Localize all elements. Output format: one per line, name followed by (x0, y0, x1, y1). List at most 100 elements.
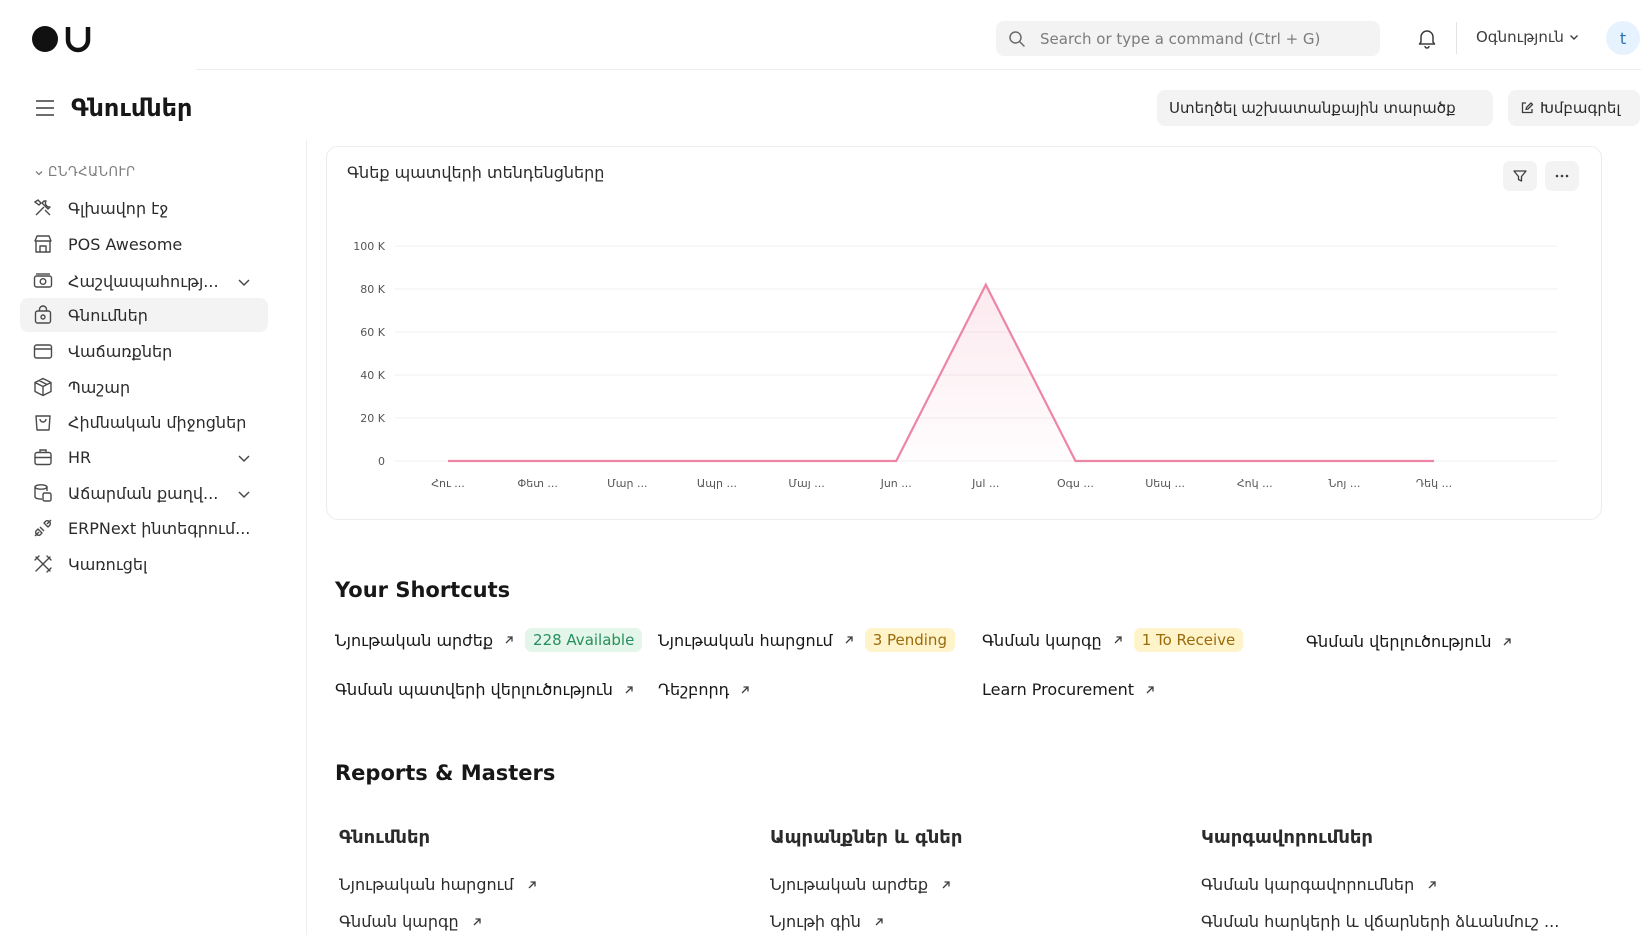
create-workspace-button[interactable]: Ստեղծել աշխատանքային տարածք (1157, 90, 1493, 126)
status-badge: 228 Available (525, 628, 643, 652)
app-logo[interactable] (32, 24, 96, 54)
report-link[interactable]: Գնման հարկերի և վճարների ձևանմուշ ... (1201, 912, 1559, 931)
report-link-label: Նյութական հարցում (339, 875, 514, 894)
report-link[interactable]: Նյութի գին (770, 912, 885, 931)
sidebar-item-accounting[interactable]: Հաշվապահությ... (20, 264, 268, 298)
sidebar-item-home[interactable]: Գլխավոր էջ (20, 191, 268, 225)
x-tick-label: Դեկ ... (1416, 477, 1452, 490)
shortcut-material-request[interactable]: Նյութական հարցում 3 Pending (658, 628, 955, 652)
notification-bell-icon[interactable] (1416, 27, 1438, 49)
shortcut-dashboard[interactable]: Դեշբորդ (658, 680, 751, 699)
edit-button[interactable]: Խմբագրել (1508, 90, 1640, 126)
box-icon (34, 377, 52, 397)
shortcuts-heading: Your Shortcuts (335, 578, 511, 602)
chevron-down-icon (1569, 35, 1578, 40)
help-label: Օգնություն (1476, 28, 1564, 46)
arrow-up-right-icon (875, 917, 883, 925)
sidebar-item-label: POS Awesome (68, 234, 183, 254)
edit-label: Խմբագրել (1540, 99, 1621, 117)
shortcut-purchase-order-analysis[interactable]: Գնման պատվերի վերլուծություն (335, 680, 635, 699)
search-bar[interactable] (996, 21, 1380, 56)
sidebar-item-buying[interactable]: Գնումներ (20, 298, 268, 332)
bag-icon (35, 415, 51, 431)
search-input[interactable] (1040, 21, 1370, 56)
navbar-separator (1456, 22, 1457, 54)
y-tick-label: 80 K (360, 283, 385, 296)
report-link[interactable]: Նյութական հարցում (339, 875, 538, 894)
sidebar-item-stock[interactable]: Պաշար (20, 370, 268, 404)
report-link[interactable]: Գնման կարգը (339, 912, 483, 931)
chart-card: Գնեք պատվերի տենդենցները 0 20 K 40 K 60 K 80… (326, 146, 1602, 520)
tools-icon (33, 199, 51, 216)
page-title: Գնումներ (71, 94, 193, 122)
shortcut-label: Նյութական հարցում (658, 630, 833, 650)
arrow-up-right-icon (473, 917, 481, 925)
reports-column-title: Ապրանքներ և գներ (770, 827, 963, 848)
sidebar-item-label: Պաշար (68, 377, 131, 397)
shortcut-purchase-order[interactable]: Գնման կարգը 1 To Receive (982, 628, 1244, 652)
x-tick-label: Նոյ ... (1328, 477, 1360, 490)
shortcut-learn-procurement[interactable]: Learn Procurement (982, 680, 1156, 699)
sidebar-item-assets[interactable]: Հիմնական միջոցներ (20, 405, 268, 439)
search-icon (1009, 31, 1025, 47)
y-tick-label: 0 (378, 455, 385, 468)
arrow-up-right-icon (1503, 637, 1512, 645)
x-tick-label: Jul ... (971, 477, 999, 490)
arrow-up-right-icon (1146, 685, 1154, 693)
y-tick-label: 60 K (360, 326, 385, 339)
x-tick-label: Հոկ ... (1237, 477, 1273, 490)
arrow-up-right-icon (845, 636, 853, 644)
shortcut-label: Դեշբորդ (658, 680, 730, 699)
user-avatar[interactable]: t (1606, 21, 1640, 55)
chevron-down-icon (35, 170, 43, 175)
card-icon (33, 344, 53, 359)
sidebar-item-hr[interactable]: HR (20, 440, 268, 474)
sidebar-item-label: Հիմնական միջոցներ (68, 412, 247, 432)
shortcut-item-price[interactable]: Նյութական արժեք 228 Available (335, 628, 643, 652)
sidebar-item-selling[interactable]: Վաճառքներ (20, 334, 268, 368)
status-badge: 1 To Receive (1133, 628, 1244, 652)
report-link[interactable]: Նյութական արժեք (770, 875, 952, 894)
sidebar-item-build[interactable]: Կառուցել (20, 547, 268, 581)
arrow-up-right-icon (741, 685, 749, 693)
sidebar-toggle-icon[interactable] (34, 98, 56, 118)
shortcut-label: Գնման կարգը (982, 630, 1102, 650)
x-tick-label: Փետ ... (517, 477, 558, 490)
arrow-up-right-icon (942, 880, 950, 888)
shortcut-purchase-analytics[interactable]: Գնման վերլուծություն (1306, 632, 1513, 651)
money-icon (33, 273, 53, 288)
help-dropdown[interactable]: Օգնություն (1476, 28, 1580, 46)
chevron-down-icon[interactable] (236, 450, 252, 466)
sidebar-item-erpnext-integrations[interactable]: ERPNext ինտեգրում... (20, 511, 268, 545)
edit-icon (1521, 102, 1534, 114)
arrow-up-right-icon (505, 636, 513, 644)
shortcut-label: Նյութական արժեք (335, 630, 494, 650)
store-icon (34, 235, 52, 253)
x-tick-label: Մար ... (607, 477, 647, 490)
y-tick-label: 100 K (353, 240, 385, 253)
chevron-down-icon[interactable] (236, 274, 252, 290)
navbar-divider (196, 69, 1641, 70)
report-link[interactable]: Գնման կարգավորումներ (1201, 875, 1438, 894)
sidebar-item-pos-awesome[interactable]: POS Awesome (20, 227, 268, 261)
sidebar-item-payroll[interactable]: Աճարման քաղվ... (20, 476, 268, 510)
x-tick-label: Jun ... (880, 477, 912, 490)
top-navbar: Օգնություն t (0, 0, 1641, 72)
plug-icon (34, 519, 52, 537)
reports-column-title: Կարգավորումներ (1201, 827, 1374, 848)
shortcut-label: Գնման պատվերի վերլուծություն (335, 680, 613, 699)
sidebar-item-label: Գնումներ (68, 305, 148, 325)
x-tick-label: Սեպ ... (1145, 477, 1185, 490)
sidebar-section-general[interactable]: ԸՆԴՀԱՆՈՒՐ (34, 165, 136, 180)
chevron-down-icon[interactable] (236, 486, 252, 502)
arrow-up-right-icon (1428, 880, 1436, 888)
report-link-label: Նյութի գին (770, 912, 861, 931)
shortcut-label: Learn Procurement (982, 680, 1135, 699)
purchase-order-trends-chart: 0 20 K 40 K 60 K 80 K 100 K Հու ... Փետ ... Մար … (353, 240, 1557, 490)
status-badge: 3 Pending (864, 628, 955, 652)
sidebar-section-label: ԸՆԴՀԱՆՈՒՐ (48, 165, 136, 180)
sidebar-item-label: HR (68, 447, 92, 467)
y-tick-label: 40 K (360, 369, 385, 382)
arrow-up-right-icon (625, 685, 633, 693)
x-tick-label: Ապր ... (697, 477, 737, 490)
